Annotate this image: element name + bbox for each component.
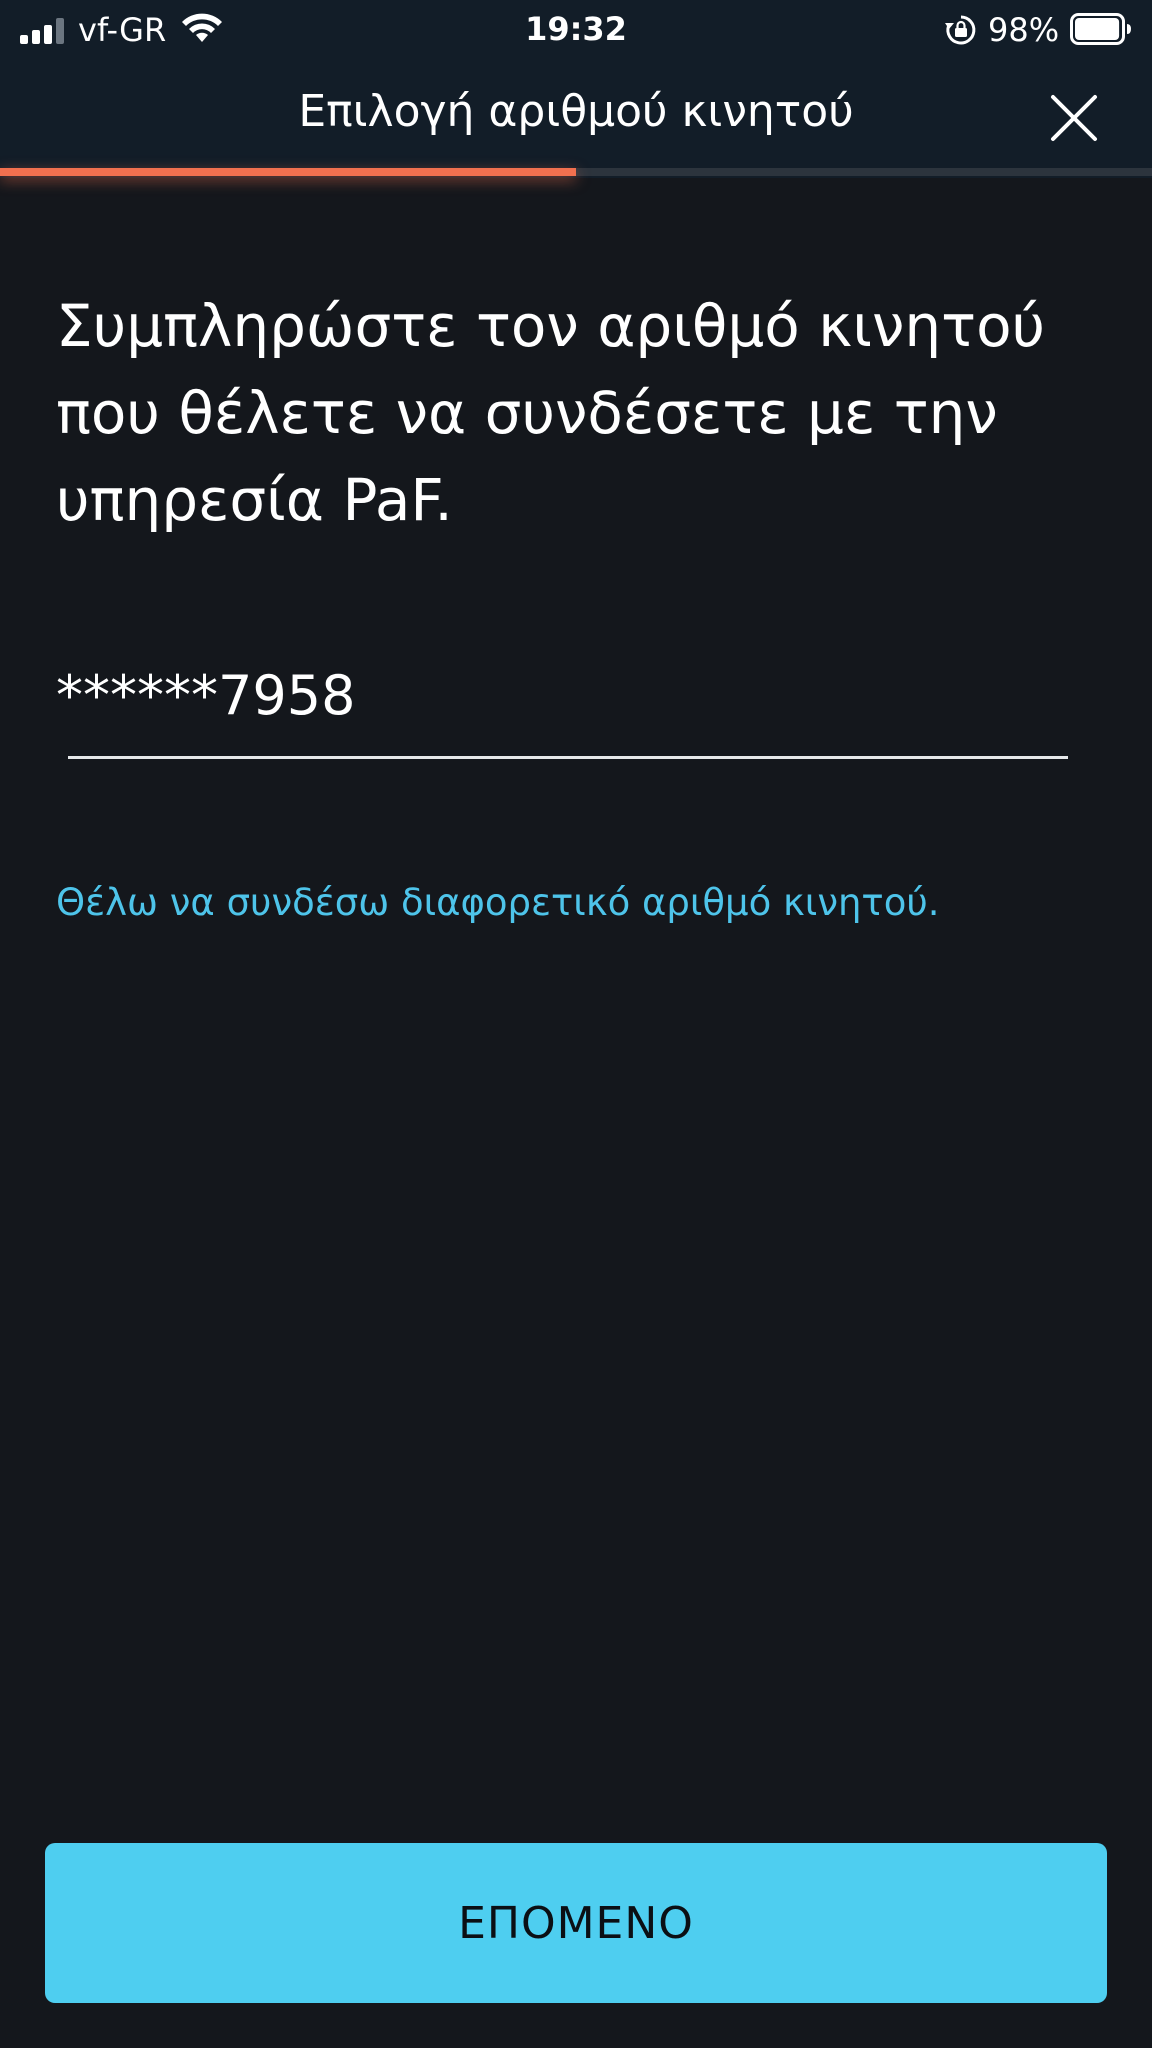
status-time: 19:32 xyxy=(525,10,627,48)
battery-icon xyxy=(1070,13,1131,45)
battery-percent: 98% xyxy=(988,11,1060,49)
orientation-lock-icon xyxy=(945,15,976,45)
close-icon[interactable] xyxy=(1044,88,1104,148)
page-title: Επιλογή αριθμού κινητού xyxy=(298,86,854,137)
different-number-link[interactable]: Θέλω να συνδέσω διαφορετικό αριθμό κινητ… xyxy=(56,878,940,928)
input-underline xyxy=(68,756,1068,759)
instruction-heading: Συμπληρώστε τον αριθμό κινητού που θέλετ… xyxy=(56,292,1046,534)
progress-bar xyxy=(0,168,1152,176)
status-bar: vf-GR 19:32 98% xyxy=(0,0,1152,60)
phone-number-input[interactable] xyxy=(56,660,1066,730)
app-header: vf-GR 19:32 98% Επιλογή αριθμού κινητού xyxy=(0,0,1152,178)
next-button[interactable]: ΕΠΟΜΕΝΟ xyxy=(45,1843,1107,2003)
progress-bar-fill xyxy=(0,168,576,176)
phone-number-selection-screen: vf-GR 19:32 98% Επιλογή αριθμού κινητού xyxy=(0,0,1152,2048)
